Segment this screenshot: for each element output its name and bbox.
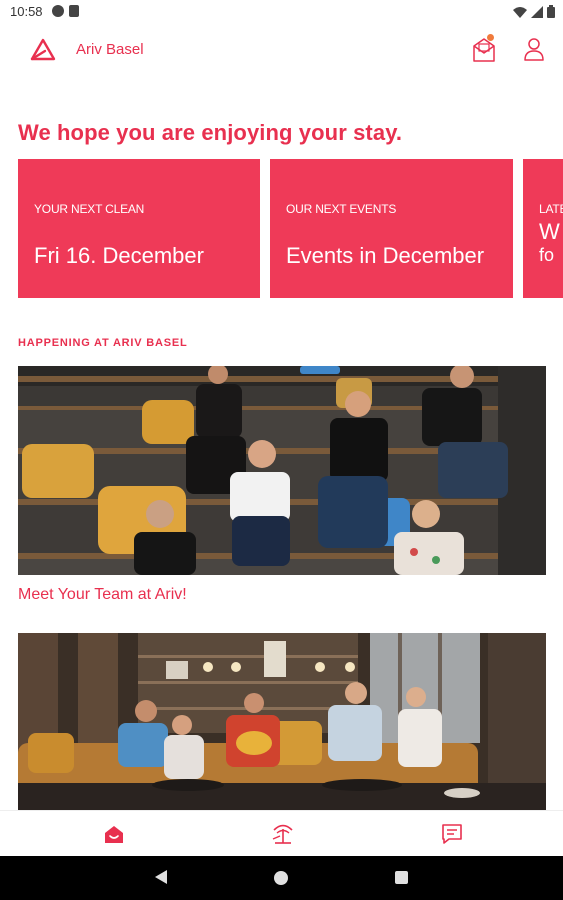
lounge-photo[interactable] [18, 633, 546, 810]
greeting-heading: We hope you are enjoying your stay. [18, 120, 403, 145]
page-title: Ariv Basel [76, 41, 144, 58]
card-kicker: LATE [539, 202, 563, 216]
bottom-nav [0, 810, 563, 856]
profile-icon[interactable] [522, 36, 546, 62]
section-label: HAPPENING AT ARIV BASEL [18, 337, 188, 349]
home-system-icon[interactable] [274, 871, 288, 885]
system-nav-bar [0, 856, 563, 900]
signal-icon [531, 5, 543, 18]
card-kicker: YOUR NEXT CLEAN [34, 202, 145, 216]
recents-icon[interactable] [395, 871, 408, 884]
card-title-line2: fo [539, 245, 555, 265]
chat-icon[interactable] [439, 821, 465, 847]
team-photo[interactable] [18, 366, 546, 575]
event-caption[interactable]: Meet Your Team at Ariv! [18, 586, 187, 604]
sim-icon [69, 5, 79, 17]
palm-tree-icon[interactable] [270, 821, 296, 847]
info-cards-carousel[interactable]: YOUR NEXT CLEAN Fri 16. December OUR NEX… [18, 159, 563, 298]
status-icons-left [52, 5, 79, 17]
battery-icon [547, 5, 555, 18]
back-icon[interactable] [154, 869, 168, 885]
wifi-icon [513, 6, 527, 18]
status-icons-right [513, 5, 555, 18]
app-header: Ariv Basel [0, 24, 563, 80]
card-kicker: OUR NEXT EVENTS [286, 202, 397, 216]
latest-card[interactable]: LATE W fo [523, 159, 563, 298]
home-icon[interactable] [101, 821, 127, 847]
next-clean-card[interactable]: YOUR NEXT CLEAN Fri 16. December [18, 159, 260, 298]
card-title: Fri 16. December [34, 243, 204, 268]
ariv-logo-icon[interactable] [30, 38, 56, 62]
status-time: 10:58 [10, 4, 43, 19]
notification-icon [52, 5, 64, 17]
card-title: W [539, 219, 560, 244]
status-bar: 10:58 [0, 0, 563, 24]
next-events-card[interactable]: OUR NEXT EVENTS Events in December [270, 159, 513, 298]
notification-badge [487, 34, 494, 41]
card-title: Events in December [286, 243, 485, 268]
mail-button[interactable] [470, 34, 498, 64]
